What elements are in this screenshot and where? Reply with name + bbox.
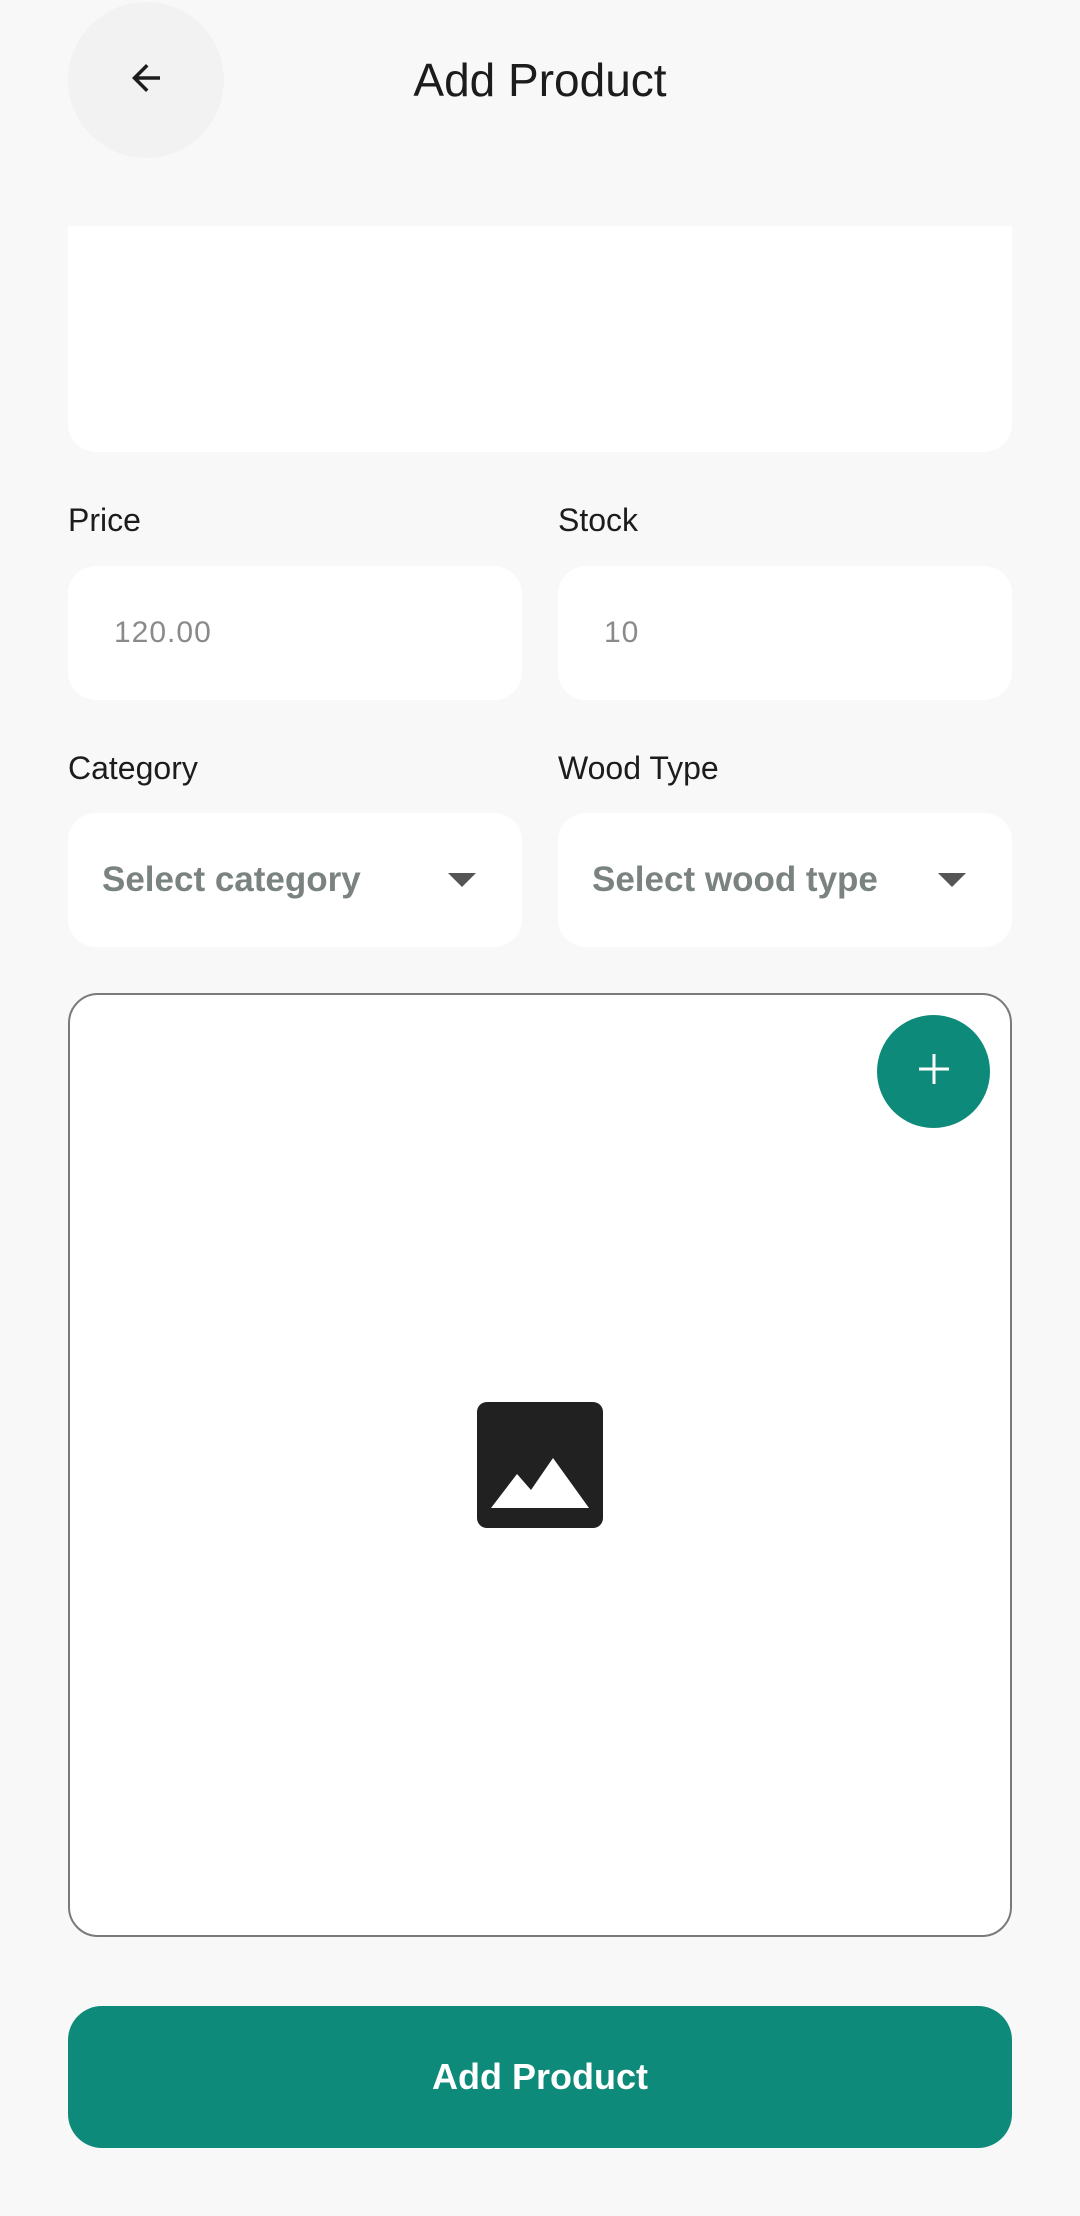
- add-product-button[interactable]: Add Product: [68, 2006, 1012, 2148]
- price-field-container: [68, 566, 522, 700]
- stock-input[interactable]: [558, 566, 1012, 700]
- wood-type-select[interactable]: Select wood type: [558, 813, 1012, 947]
- plus-icon: [916, 1051, 952, 1092]
- dropdown-caret-icon: [448, 873, 476, 887]
- wood-type-selected-value: Select wood type: [592, 860, 878, 899]
- category-select[interactable]: Select category: [68, 813, 522, 947]
- category-label: Category: [68, 750, 198, 786]
- price-label: Price: [68, 502, 141, 538]
- price-input[interactable]: [68, 566, 522, 700]
- stock-field-container: [558, 566, 1012, 700]
- wood-type-label: Wood Type: [558, 750, 719, 786]
- page-title: Add Product: [413, 54, 667, 106]
- category-selected-value: Select category: [102, 860, 361, 899]
- description-field[interactable]: [68, 226, 1012, 452]
- dropdown-caret-icon: [938, 873, 966, 887]
- image-icon: [477, 1402, 603, 1528]
- add-image-button[interactable]: [877, 1015, 990, 1128]
- stock-label: Stock: [558, 502, 639, 538]
